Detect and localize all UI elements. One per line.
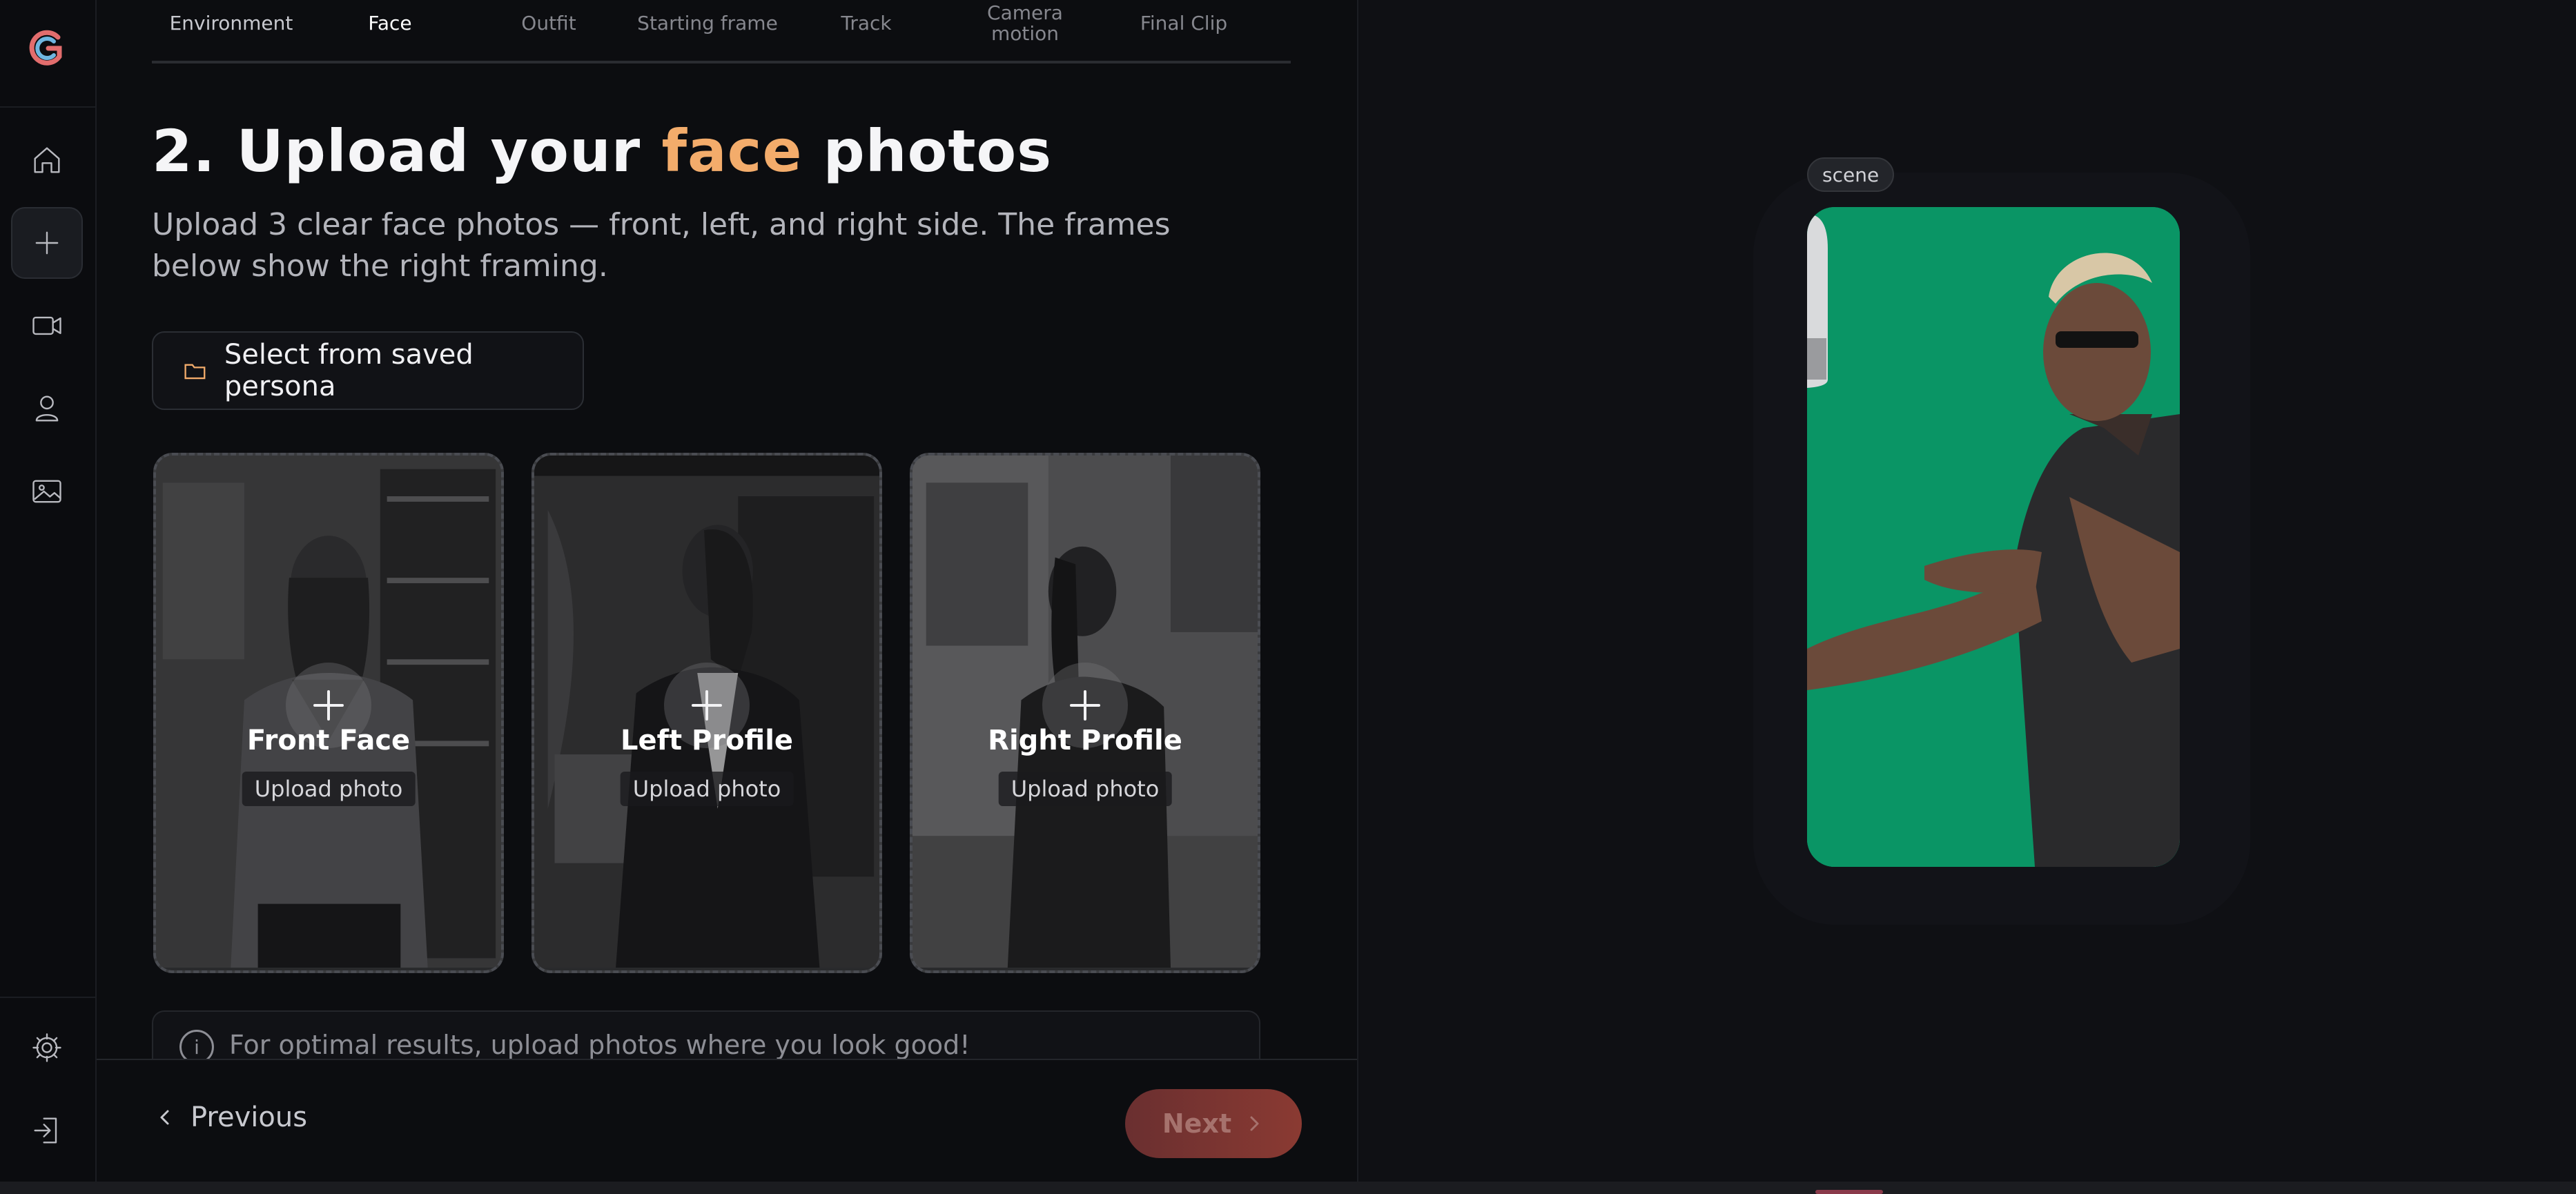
card-title: Right Profile	[988, 725, 1182, 756]
select-saved-persona-button[interactable]: Select from saved persona	[152, 331, 584, 410]
gear-icon	[32, 1033, 61, 1062]
nav-videos-button[interactable]	[11, 290, 83, 362]
wizard-panel: Environment Face Outfit Starting frame T…	[97, 0, 1358, 1183]
upload-photo-label[interactable]: Upload photo	[998, 772, 1172, 806]
page-title: 2. Upload your face photos	[152, 117, 1053, 185]
nav-rail	[0, 0, 97, 1182]
rail-divider	[0, 106, 95, 108]
upload-card-right[interactable]: Right Profile Upload photo	[910, 453, 1260, 973]
step-tab-outfit[interactable]: Outfit	[469, 0, 628, 47]
nav-gallery-button[interactable]	[11, 456, 83, 527]
image-icon	[32, 480, 61, 503]
persona-button-label: Select from saved persona	[224, 339, 474, 402]
folder-icon	[184, 364, 206, 380]
step-tab-environment[interactable]: Environment	[152, 0, 311, 47]
video-icon	[32, 316, 61, 335]
step-tab-track[interactable]: Track	[787, 0, 946, 47]
step-tab-face[interactable]: Face	[311, 0, 469, 47]
app-logo-icon[interactable]	[23, 26, 72, 70]
previous-button[interactable]: Previous	[155, 1102, 307, 1133]
upload-photo-label[interactable]: Upload photo	[620, 772, 794, 806]
user-icon	[35, 395, 59, 422]
plus-icon	[1070, 690, 1100, 721]
nav-home-button[interactable]	[11, 124, 83, 196]
upload-card-front[interactable]: Front Face Upload photo	[153, 453, 504, 973]
step-tab-camera-motion[interactable]: Camera motion	[946, 0, 1104, 47]
plus-icon	[35, 231, 59, 255]
title-accent: face	[661, 117, 803, 185]
step-tabs: Environment Face Outfit Starting frame T…	[152, 0, 1291, 63]
upload-card-left[interactable]: Left Profile Upload photo	[531, 453, 882, 973]
home-icon	[34, 147, 60, 173]
plus-icon	[692, 690, 722, 721]
rail-divider	[0, 997, 95, 998]
upload-photo-label[interactable]: Upload photo	[242, 772, 416, 806]
step-tab-final-clip[interactable]: Final Clip	[1104, 0, 1263, 47]
nav-create-button[interactable]	[11, 207, 83, 279]
plus-icon	[313, 690, 344, 721]
bottom-strip	[0, 1182, 2576, 1194]
logout-icon	[34, 1117, 57, 1144]
page-subtitle: Upload 3 clear face photos — front, left…	[152, 207, 1171, 284]
next-label: Next	[1162, 1108, 1232, 1139]
card-title: Left Profile	[620, 725, 794, 756]
scene-chip: scene	[1807, 157, 1895, 192]
nav-persona-button[interactable]	[11, 373, 83, 444]
nav-logout-button[interactable]	[11, 1095, 83, 1166]
step-tab-starting-frame[interactable]: Starting frame	[628, 0, 787, 47]
chevron-right-icon	[1250, 1116, 1259, 1131]
card-title: Front Face	[246, 725, 411, 756]
chevron-left-icon	[160, 1110, 169, 1125]
next-button[interactable]: Next	[1125, 1089, 1302, 1158]
nav-settings-button[interactable]	[11, 1012, 83, 1084]
wizard-footer: Previous Next	[97, 1059, 1357, 1183]
scene-preview-panel: scene	[1358, 0, 2576, 1182]
previous-label: Previous	[191, 1102, 308, 1133]
scene-preview-image	[1807, 207, 2180, 867]
tip-text: For optimal results, upload photos where…	[229, 1030, 970, 1060]
